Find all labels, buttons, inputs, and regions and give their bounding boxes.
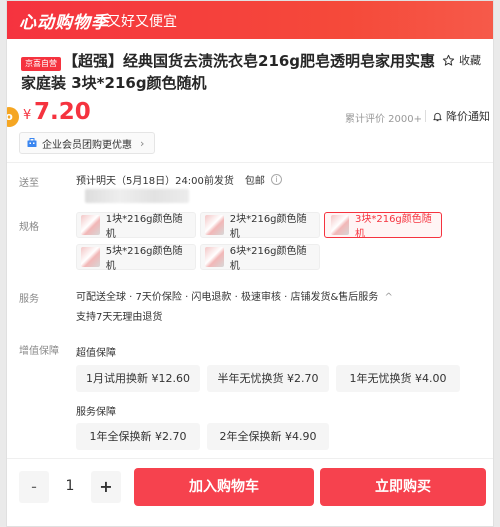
price-notify-button[interactable]: 降价通知: [432, 108, 490, 124]
guarantee-group-title: 服务保障: [76, 407, 116, 418]
spec-option-1[interactable]: 1块*216g颜色随机: [76, 212, 196, 240]
delivery-label: 送至: [19, 178, 39, 189]
divider: [425, 110, 426, 122]
guarantee-option[interactable]: 1月试用换新 ¥12.60: [76, 365, 200, 392]
product-card: 心动购物季 又好又便宜 【超强】经典国货去渍洗衣皂216g肥皂透明皂家用实惠家庭…: [6, 0, 494, 527]
promo-banner: 心动购物季 又好又便宜: [7, 1, 493, 39]
spec-label: 规格: [19, 222, 39, 233]
spec-option-label: 5块*216g颜色随机: [105, 246, 183, 272]
coupon-badge[interactable]: o: [7, 107, 19, 127]
soap-thumbnail: [81, 247, 100, 267]
guarantee-option[interactable]: 半年无忧换货 ¥2.70: [207, 365, 329, 392]
guarantee-option[interactable]: 1年全保换新 ¥2.70: [76, 423, 200, 450]
service-line: 可配送全球 · 7天价保险 · 闪电退款 · 极速审核 · 店铺发货&售后服务: [76, 292, 379, 303]
delivery-info[interactable]: 预计明天（5月18日）24:00前发货 包邮 i: [76, 172, 282, 187]
star-icon: [442, 54, 455, 66]
buy-now-button[interactable]: 立即购买: [320, 468, 486, 506]
guarantee-group-title: 超值保障: [76, 348, 116, 359]
spec-option-label: 2块*216g颜色随机: [229, 214, 307, 240]
spec-option-label: 3块*216g颜色随机: [354, 214, 432, 240]
soap-thumbnail: [331, 215, 349, 235]
delivery-eta: 预计明天（5月18日）24:00前发货: [76, 176, 234, 187]
quantity-increase-button[interactable]: +: [91, 471, 121, 503]
guarantee-label: 增值保障: [19, 346, 59, 357]
service-label: 服务: [19, 294, 39, 305]
banner-slogan: 又好又便宜: [107, 14, 177, 30]
enterprise-discount-link[interactable]: 企业会员团购更优惠 ›: [19, 132, 156, 154]
spec-option-label: 1块*216g颜色随机: [105, 214, 183, 240]
enterprise-icon: [27, 138, 37, 147]
spec-option-3-selected[interactable]: 3块*216g颜色随机: [324, 212, 442, 240]
enterprise-label: 企业会员团购更优惠: [42, 139, 132, 151]
self-operated-tag: 京喜自营: [21, 57, 61, 71]
quantity-value[interactable]: 1: [60, 478, 80, 494]
price-notify-label: 降价通知: [446, 110, 490, 123]
shipping-label: 包邮: [244, 176, 265, 187]
bell-icon: [433, 112, 442, 121]
spec-option-2[interactable]: 2块*216g颜色随机: [200, 212, 320, 240]
add-to-cart-button[interactable]: 加入购物车: [134, 468, 314, 506]
divider: [7, 458, 493, 459]
guarantee-option[interactable]: 1年无忧换货 ¥4.00: [336, 365, 460, 392]
price-currency: ¥: [23, 108, 32, 123]
address-redacted: [85, 189, 189, 203]
chevron-up-icon[interactable]: ^: [385, 292, 393, 303]
product-title: 【超强】经典国货去渍洗衣皂216g肥皂透明皂家用实惠家庭装 3块*216g颜色随…: [21, 52, 436, 92]
info-icon[interactable]: i: [270, 174, 282, 185]
price-value: 7.20: [34, 99, 91, 125]
spec-option-4[interactable]: 5块*216g颜色随机: [76, 244, 196, 272]
service-list[interactable]: 可配送全球 · 7天价保险 · 闪电退款 · 极速审核 · 店铺发货&售后服务 …: [76, 288, 393, 303]
divider: [7, 162, 493, 163]
soap-thumbnail: [205, 247, 224, 267]
quantity-decrease-button[interactable]: -: [19, 471, 49, 503]
review-count[interactable]: 累计评价 2000+: [345, 110, 422, 125]
favorite-label: 收藏: [459, 54, 481, 67]
soap-thumbnail: [81, 215, 100, 235]
guarantee-option[interactable]: 2年全保换新 ¥4.90: [207, 423, 329, 450]
spec-option-label: 6块*216g颜色随机: [229, 246, 307, 272]
favorite-button[interactable]: 收藏: [442, 52, 481, 68]
service-return-policy: 支持7天无理由退货: [76, 312, 163, 323]
soap-thumbnail: [205, 215, 224, 235]
banner-logo: 心动购物季: [19, 13, 109, 33]
spec-option-5[interactable]: 6块*216g颜色随机: [200, 244, 320, 272]
chevron-right-icon: ›: [140, 136, 145, 150]
price-row: o ¥ 7.20 累计评价 2000+ 降价通知: [7, 97, 493, 129]
